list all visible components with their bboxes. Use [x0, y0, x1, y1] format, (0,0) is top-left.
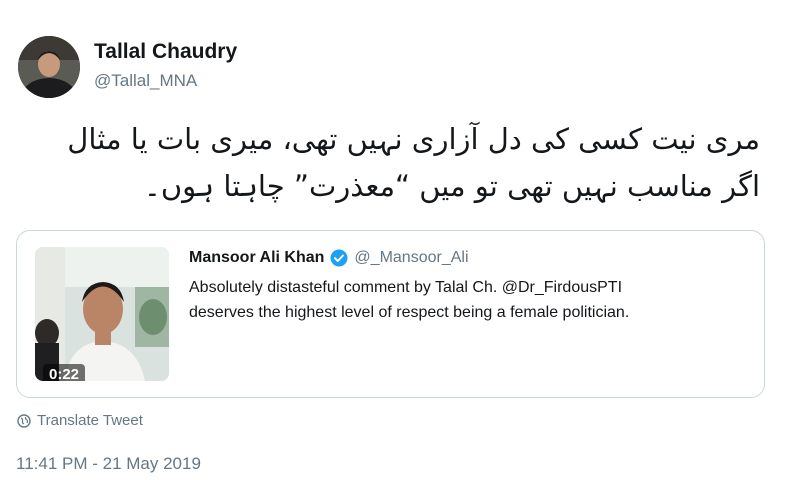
quoted-author-handle[interactable]: @_Mansoor_Ali — [354, 249, 468, 267]
tweet-text-line: مری نیت کسی کی دل آزاری نہیں تھی، میری ب… — [67, 122, 760, 156]
author-name[interactable]: Tallal Chaudry — [94, 40, 237, 64]
quoted-text-line: Absolutely distasteful comment by Talal … — [189, 279, 623, 296]
tweet-timestamp[interactable]: 11:41 PM - 21 May 2019 — [16, 454, 201, 474]
video-duration-badge: 0:22 — [43, 364, 86, 381]
verified-badge-icon — [330, 249, 348, 267]
quoted-text-line: deserves the highest level of respect be… — [189, 304, 630, 321]
tweet-text-line: اگر مناسب نہیں تھی تو میں “معذرت” چاہتا … — [143, 169, 760, 203]
author-avatar[interactable] — [18, 36, 80, 98]
video-thumbnail[interactable]: 0:22 — [35, 247, 169, 381]
translate-tweet-link[interactable]: Translate Tweet — [17, 412, 143, 429]
translate-tweet-label[interactable]: Translate Tweet — [37, 412, 143, 429]
quoted-tweet-header: Mansoor Ali Khan @_Mansoor_Ali — [189, 249, 469, 267]
quoted-tweet-card[interactable]: 0:22 Mansoor Ali Khan @_Mansoor_Ali Abso… — [16, 230, 765, 398]
quoted-author-name[interactable]: Mansoor Ali Khan — [189, 249, 324, 267]
author-handle[interactable]: @Tallal_MNA — [94, 71, 197, 91]
quoted-tweet-text: Absolutely distasteful comment by Talal … — [189, 275, 749, 325]
tweet-text: مری نیت کسی کی دل آزاری نہیں تھی، میری ب… — [40, 116, 760, 210]
globe-icon — [17, 413, 31, 428]
